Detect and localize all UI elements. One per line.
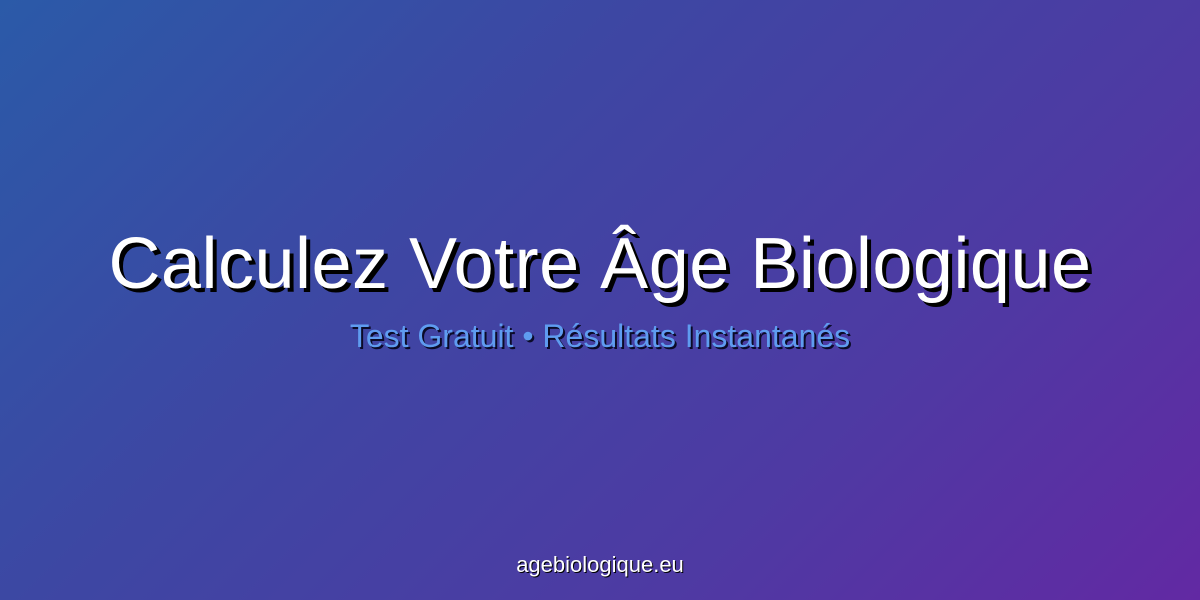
subtitle: Test Gratuit • Résultats Instantanés bbox=[349, 318, 851, 354]
site-domain: agebiologique.eu bbox=[516, 552, 684, 577]
hero-banner: Calculez Votre Âge Biologique Test Gratu… bbox=[0, 0, 1200, 600]
page-title: Calculez Votre Âge Biologique bbox=[108, 224, 1092, 304]
